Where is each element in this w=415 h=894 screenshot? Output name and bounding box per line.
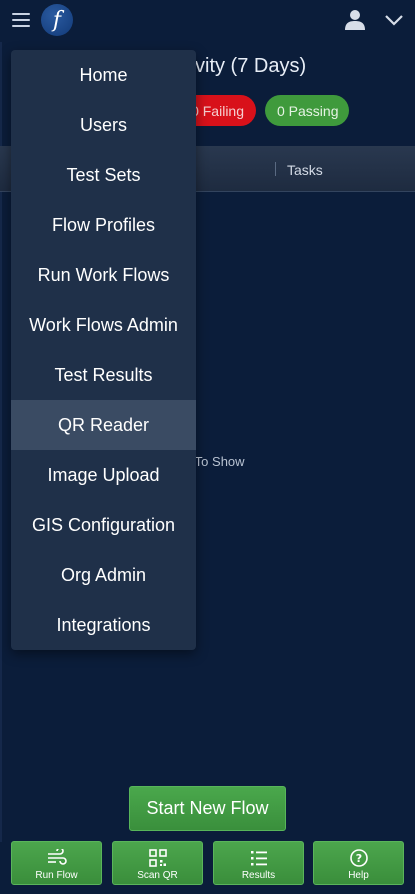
- top-bar: f: [0, 0, 415, 42]
- column-header-tasks[interactable]: Tasks: [287, 162, 323, 178]
- help-label: Help: [348, 870, 369, 881]
- menu-item-image-upload[interactable]: Image Upload: [11, 450, 196, 500]
- chevron-down-icon[interactable]: [384, 12, 404, 28]
- menu-item-org-admin[interactable]: Org Admin: [11, 550, 196, 600]
- menu-item-work-flows-admin[interactable]: Work Flows Admin: [11, 300, 196, 350]
- help-button[interactable]: ? Help: [313, 841, 404, 885]
- results-label: Results: [241, 870, 276, 881]
- page-title: tivity (7 Days): [185, 55, 307, 77]
- start-new-flow-button[interactable]: Start New Flow: [129, 786, 286, 831]
- wind-icon: [47, 849, 67, 865]
- qr-code-icon: [148, 849, 167, 867]
- menu-item-gis-configuration[interactable]: GIS Configuration: [11, 500, 196, 550]
- menu-item-qr-reader[interactable]: QR Reader: [11, 400, 196, 450]
- passing-badge[interactable]: 0 Passing: [265, 95, 349, 126]
- menu-item-test-results[interactable]: Test Results: [11, 350, 196, 400]
- menu-item-test-sets[interactable]: Test Sets: [11, 150, 196, 200]
- help-icon: ?: [349, 849, 368, 867]
- menu-item-users[interactable]: Users: [11, 100, 196, 150]
- bottom-nav: Run Flow Scan QR Results ? Help: [0, 838, 415, 894]
- list-icon: [250, 851, 267, 866]
- menu-item-flow-profiles[interactable]: Flow Profiles: [11, 200, 196, 250]
- run-flow-button[interactable]: Run Flow: [11, 841, 102, 885]
- menu-item-run-work-flows[interactable]: Run Work Flows: [11, 250, 196, 300]
- svg-text:?: ?: [355, 852, 361, 865]
- user-icon[interactable]: [344, 9, 366, 31]
- menu-item-home[interactable]: Home: [11, 50, 196, 100]
- menu-icon[interactable]: [12, 11, 30, 29]
- scan-qr-label: Scan QR: [137, 870, 178, 881]
- menu-item-integrations[interactable]: Integrations: [11, 600, 196, 650]
- navigation-menu: Home Users Test Sets Flow Profiles Run W…: [11, 50, 196, 650]
- scan-qr-button[interactable]: Scan QR: [112, 841, 203, 885]
- column-divider: [275, 162, 276, 176]
- run-flow-label: Run Flow: [35, 870, 78, 881]
- logo-icon[interactable]: f: [41, 4, 73, 36]
- results-button[interactable]: Results: [213, 841, 304, 885]
